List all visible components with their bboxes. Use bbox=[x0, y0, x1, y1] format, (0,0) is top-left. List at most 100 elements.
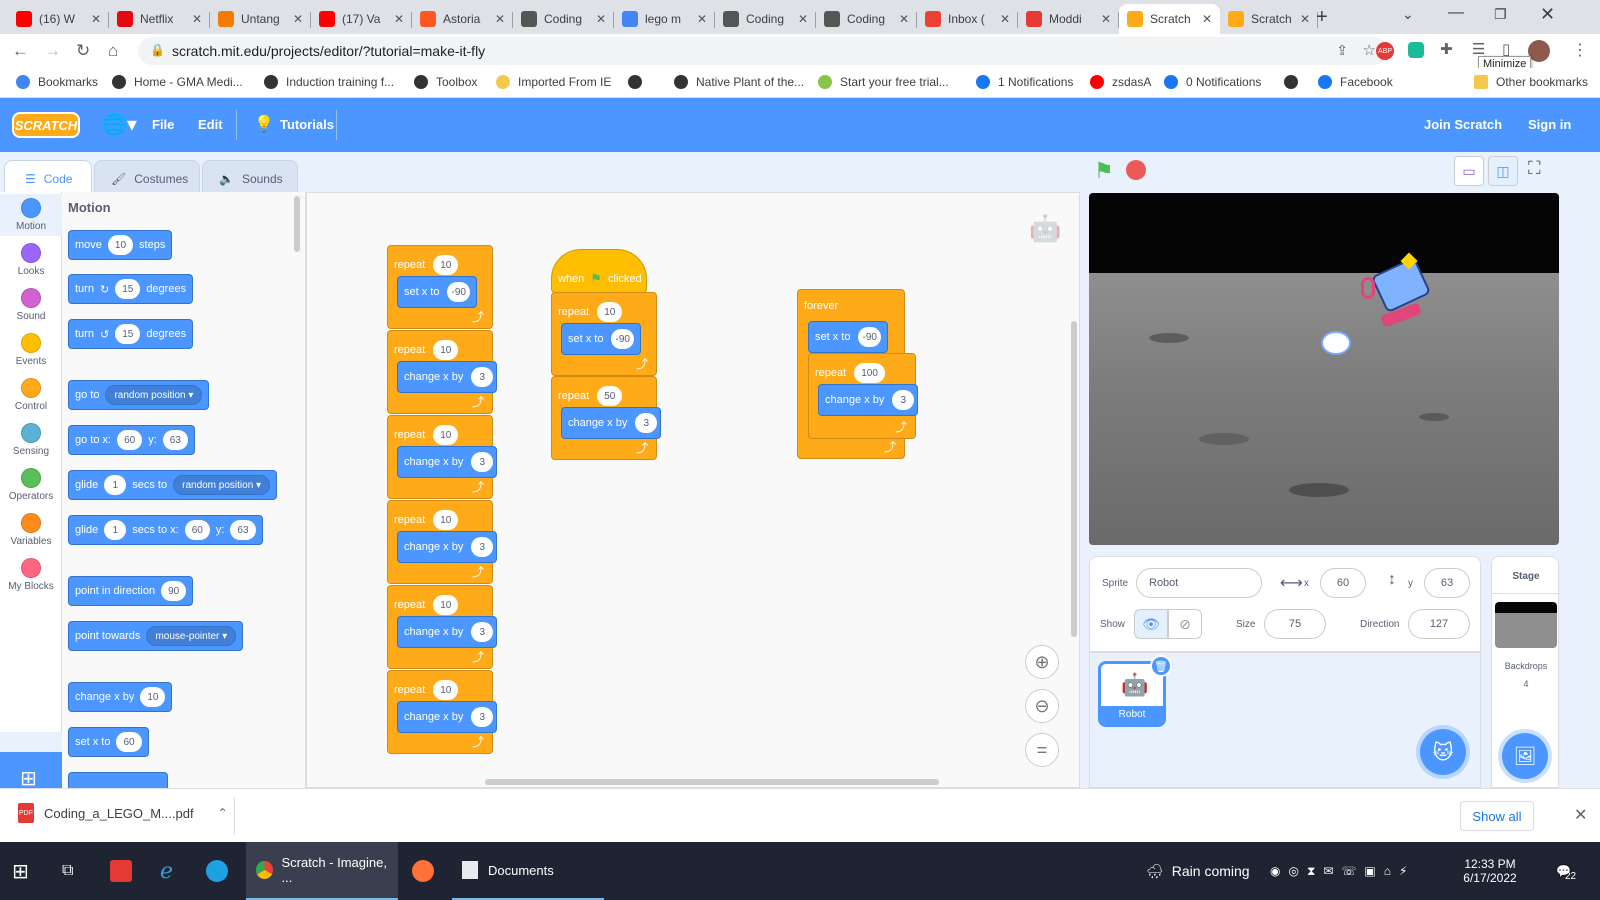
block-input[interactable]: 10 bbox=[433, 425, 459, 445]
close-tab-icon[interactable]: ✕ bbox=[1101, 12, 1111, 26]
clock[interactable]: 12:33 PM 6/17/2022 bbox=[1454, 842, 1526, 900]
palette-scrollbar[interactable] bbox=[294, 196, 300, 252]
block-input[interactable]: 10 bbox=[433, 255, 459, 275]
system-tray-icons[interactable]: ◉◎⧗✉☏▣⌂⚡ bbox=[1270, 842, 1415, 900]
browser-tab[interactable]: Coding ✕ bbox=[715, 4, 816, 34]
browser-tab[interactable]: Coding ✕ bbox=[513, 4, 614, 34]
block-input[interactable]: 15 bbox=[115, 324, 141, 344]
block-go-to-xy[interactable]: go to x: 60 y: 63 bbox=[68, 425, 195, 455]
backdrop-thumbnail[interactable] bbox=[1495, 602, 1557, 648]
tab-search-icon[interactable]: ⌄ bbox=[1402, 6, 1414, 23]
bookmark-item[interactable]: Imported From IE bbox=[496, 75, 611, 89]
browser-tab[interactable]: Untang ✕ bbox=[210, 4, 311, 34]
close-tab-icon[interactable]: ✕ bbox=[1202, 12, 1212, 26]
direction-input[interactable]: 127 bbox=[1408, 609, 1470, 639]
show-hidden-button[interactable]: ⊘ bbox=[1168, 609, 1202, 639]
tab-sounds[interactable]: 🔈 Sounds bbox=[202, 160, 298, 196]
browser-tab[interactable]: Moddi ✕ bbox=[1018, 4, 1119, 34]
close-tab-icon[interactable]: ✕ bbox=[192, 12, 202, 26]
category-sound[interactable]: Sound bbox=[0, 288, 62, 322]
category-motion[interactable]: Motion bbox=[0, 194, 62, 236]
block-input[interactable]: -90 bbox=[611, 329, 634, 349]
home-icon[interactable]: ⌂ bbox=[108, 41, 118, 61]
block-input[interactable]: 10 bbox=[107, 235, 134, 255]
block-input[interactable]: 3 bbox=[471, 622, 494, 642]
extension-icon[interactable] bbox=[1408, 42, 1424, 58]
browser-tab[interactable]: Scratch ✕ bbox=[1220, 4, 1318, 34]
delete-sprite-icon[interactable]: 🗑 bbox=[1150, 655, 1172, 677]
category-looks[interactable]: Looks bbox=[0, 243, 62, 277]
sign-in-button[interactable]: Sign in bbox=[1528, 117, 1571, 132]
close-tab-icon[interactable]: ✕ bbox=[697, 12, 707, 26]
taskbar-chrome-window[interactable]: Scratch - Imagine, ... bbox=[246, 842, 398, 900]
bookmark-item[interactable]: Facebook bbox=[1318, 75, 1393, 89]
block-input[interactable]: 10 bbox=[433, 510, 459, 530]
when-flag-clicked-block[interactable]: when ⚑ clicked bbox=[551, 249, 647, 293]
block-glide[interactable]: glide 1 secs to random position ▾ bbox=[68, 470, 278, 500]
category-events[interactable]: Events bbox=[0, 333, 62, 367]
zoom-out-button[interactable]: ⊖ bbox=[1025, 689, 1059, 723]
block-input[interactable]: 3 bbox=[471, 367, 494, 387]
close-tab-icon[interactable]: ✕ bbox=[293, 12, 303, 26]
block-input[interactable]: 90 bbox=[161, 581, 187, 601]
block-input[interactable]: 10 bbox=[433, 680, 459, 700]
block-input[interactable]: -90 bbox=[447, 282, 470, 302]
star-icon[interactable]: ☆ bbox=[1363, 41, 1376, 59]
download-item[interactable]: PDF Coding_a_LEGO_M....pdf ⌃ bbox=[18, 803, 228, 823]
notification-center[interactable]: 💬 22 bbox=[1556, 842, 1576, 900]
browser-tab[interactable]: Scratch ✕ bbox=[1119, 4, 1220, 34]
block-input[interactable]: 63 bbox=[162, 430, 188, 450]
scratch-logo[interactable]: SCRATCH bbox=[12, 112, 80, 138]
new-tab-button[interactable]: + bbox=[1316, 6, 1328, 29]
block-input[interactable]: 100 bbox=[854, 363, 885, 383]
block-set-x[interactable]: set x to 60 bbox=[68, 727, 149, 757]
motion-block[interactable]: change x by 3 bbox=[397, 361, 497, 393]
x-input[interactable]: 60 bbox=[1320, 568, 1366, 598]
browser-tab[interactable]: Coding ✕ bbox=[816, 4, 917, 34]
vertical-scrollbar[interactable] bbox=[1071, 321, 1077, 637]
change-x-block[interactable]: change x by 3 bbox=[818, 384, 918, 416]
bookmark-item[interactable]: Start your free trial... bbox=[818, 75, 949, 89]
large-stage-button[interactable]: ◫ bbox=[1488, 156, 1518, 186]
block-input[interactable]: 60 bbox=[117, 430, 143, 450]
motion-block[interactable]: change x by 3 bbox=[397, 701, 497, 733]
block-dropdown[interactable]: mouse-pointer ▾ bbox=[146, 626, 237, 646]
browser-menu-icon[interactable]: ⋮ bbox=[1572, 40, 1588, 60]
back-icon[interactable]: ← bbox=[12, 41, 29, 61]
motion-block[interactable]: set x to -90 bbox=[561, 323, 641, 355]
edge-icon[interactable] bbox=[206, 842, 228, 900]
bookmark-item[interactable]: Induction training f... bbox=[264, 75, 394, 89]
robot-sprite[interactable] bbox=[1361, 252, 1441, 331]
adblock-icon[interactable]: ABP bbox=[1376, 42, 1394, 60]
language-globe-icon[interactable]: 🌐▾ bbox=[102, 112, 137, 137]
block-input[interactable]: 50 bbox=[597, 386, 623, 406]
bookmark-item[interactable]: 1 Notifications bbox=[976, 75, 1073, 89]
category-my-blocks[interactable]: My Blocks bbox=[0, 558, 62, 592]
motion-block[interactable]: set x to -90 bbox=[397, 276, 477, 308]
bookmark-item[interactable]: Bookmarks bbox=[16, 75, 98, 89]
category-variables[interactable]: Variables bbox=[0, 513, 62, 547]
tab-costumes[interactable]: 🖌 Costumes bbox=[94, 160, 200, 196]
bookmark-item[interactable] bbox=[1284, 75, 1306, 89]
block-input[interactable]: -90 bbox=[858, 327, 881, 347]
tutorials-button[interactable]: Tutorials bbox=[280, 117, 334, 132]
browser-tab[interactable]: Inbox (✕ bbox=[917, 4, 1018, 34]
zoom-reset-button[interactable]: = bbox=[1025, 733, 1059, 767]
stage-selector[interactable]: Stage Backdrops 4 🖼 bbox=[1491, 556, 1560, 788]
start-button[interactable]: ⊞ bbox=[12, 842, 29, 900]
block-move[interactable]: move 10 steps bbox=[68, 230, 173, 260]
share-icon[interactable]: ⇪ bbox=[1336, 42, 1348, 59]
block-glide-xy[interactable]: glide 1 secs to x: 60 y: 63 bbox=[68, 515, 263, 545]
reload-icon[interactable]: ↻ bbox=[76, 41, 90, 61]
chevron-up-icon[interactable]: ⌃ bbox=[218, 806, 228, 820]
block-input[interactable]: 15 bbox=[115, 279, 141, 299]
edit-menu[interactable]: Edit bbox=[198, 117, 223, 132]
close-tab-icon[interactable]: ✕ bbox=[394, 12, 404, 26]
zoom-in-button[interactable]: ⊕ bbox=[1025, 645, 1059, 679]
join-scratch-button[interactable]: Join Scratch bbox=[1424, 117, 1502, 132]
motion-block[interactable]: change x by 3 bbox=[561, 407, 661, 439]
motion-block[interactable]: change x by 3 bbox=[397, 616, 497, 648]
block-change-x[interactable]: change x by 10 bbox=[68, 682, 173, 712]
fullscreen-button[interactable]: ⛶ bbox=[1528, 158, 1541, 179]
block-input[interactable]: 3 bbox=[635, 413, 658, 433]
